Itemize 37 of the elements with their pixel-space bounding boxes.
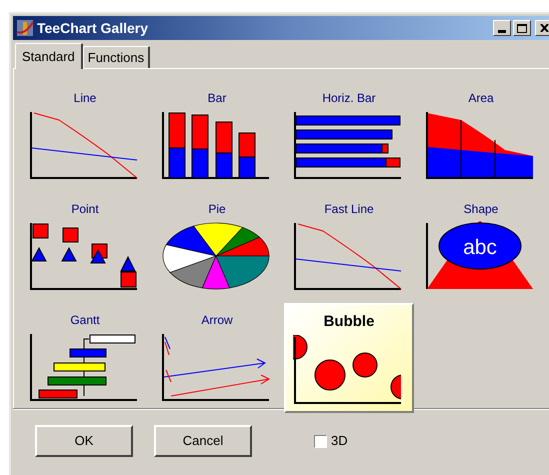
chart-type-tile[interactable]: Area bbox=[416, 81, 546, 191]
minimize-icon bbox=[498, 30, 506, 33]
maximize-button[interactable] bbox=[513, 20, 531, 36]
tab[interactable]: Functions bbox=[82, 46, 150, 68]
chart-type-label: Arrow bbox=[201, 313, 233, 327]
chart-type-tile[interactable]: Gantt bbox=[20, 303, 150, 413]
cancel-button[interactable]: Cancel bbox=[154, 425, 252, 457]
chart-type-tile[interactable]: Point bbox=[20, 192, 150, 302]
chart-type-tile[interactable]: Shape abc bbox=[416, 192, 546, 302]
close-icon bbox=[540, 24, 548, 32]
app-logo-icon bbox=[16, 19, 34, 37]
window-title: TeeChart Gallery bbox=[37, 18, 150, 38]
shape-caption: abc bbox=[463, 236, 497, 259]
ok-button[interactable]: OK bbox=[35, 425, 133, 457]
chart-type-tile[interactable]: Arrow bbox=[152, 303, 282, 413]
tab[interactable]: Standard bbox=[15, 43, 83, 69]
chart-type-label: Gantt bbox=[70, 313, 100, 327]
chart-type-label: Fast Line bbox=[324, 202, 374, 216]
chart-type-label: Bubble bbox=[324, 313, 374, 331]
chart-type-tile[interactable]: Bubble bbox=[284, 303, 414, 413]
chart-type-label: Pie bbox=[208, 202, 226, 216]
chart-type-tile[interactable]: Horiz. Bar bbox=[284, 81, 414, 191]
3d-checkbox[interactable]: 3D bbox=[314, 431, 348, 451]
chart-type-tile[interactable]: Bar bbox=[152, 81, 282, 191]
chart-type-tile[interactable]: Pie bbox=[152, 192, 282, 302]
maximize-icon bbox=[517, 24, 527, 32]
close-button[interactable] bbox=[535, 20, 549, 36]
chart-type-tile[interactable]: Fast Line bbox=[284, 192, 414, 302]
chart-type-label: Line bbox=[74, 91, 96, 105]
chart-type-tile[interactable]: Line bbox=[20, 81, 150, 191]
chart-type-label: Area bbox=[468, 91, 494, 105]
minimize-button[interactable] bbox=[493, 20, 511, 36]
chart-type-label: Shape bbox=[464, 202, 498, 216]
checkbox[interactable] bbox=[314, 434, 327, 448]
chart-type-label: Bar bbox=[208, 91, 226, 105]
chart-type-label: Point bbox=[71, 202, 99, 216]
chart-type-label: Horiz. Bar bbox=[322, 91, 376, 105]
